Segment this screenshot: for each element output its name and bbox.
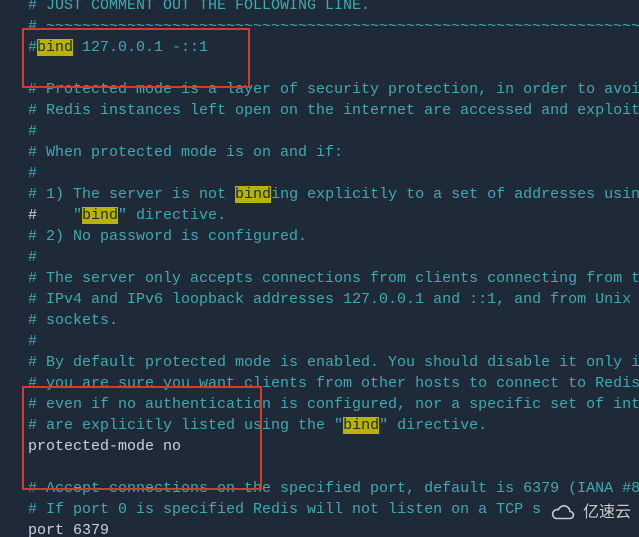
code-line: #bind 127.0.0.1 -::1 (28, 37, 639, 58)
search-match-bind: bind (37, 39, 73, 56)
code-line: # (28, 121, 639, 142)
code-line: # (28, 331, 639, 352)
code-line: # "bind" directive. (28, 205, 639, 226)
search-match-bind: bind (235, 186, 271, 203)
terminal-viewport[interactable]: # JUST COMMENT OUT THE FOLLOWING LINE.# … (0, 0, 639, 537)
watermark-text: 亿速云 (583, 502, 631, 523)
code-line: protected-mode no (28, 436, 639, 457)
code-line: # even if no authentication is configure… (28, 394, 639, 415)
code-line: # JUST COMMENT OUT THE FOLLOWING LINE. (28, 0, 639, 16)
config-file-text: # JUST COMMENT OUT THE FOLLOWING LINE.# … (28, 0, 639, 537)
code-line: # (28, 163, 639, 184)
code-line: # (28, 247, 639, 268)
watermark: 亿速云 (551, 502, 631, 523)
code-line: # 1) The server is not binding explicitl… (28, 184, 639, 205)
code-line: # By default protected mode is enabled. … (28, 352, 639, 373)
code-line: # Accept connections on the specified po… (28, 478, 639, 499)
search-match-bind: bind (82, 207, 118, 224)
code-line: # Protected mode is a layer of security … (28, 79, 639, 100)
code-line: # sockets. (28, 310, 639, 331)
code-line: # are explicitly listed using the "bind"… (28, 415, 639, 436)
code-line: # IPv4 and IPv6 loopback addresses 127.0… (28, 289, 639, 310)
code-line: # you are sure you want clients from oth… (28, 373, 639, 394)
code-line (28, 457, 639, 478)
code-line: # When protected mode is on and if: (28, 142, 639, 163)
search-match-bind: bind (343, 417, 379, 434)
code-line: port 6379 (28, 520, 639, 537)
code-line: # If port 0 is specified Redis will not … (28, 499, 639, 520)
code-line: # ~~~~~~~~~~~~~~~~~~~~~~~~~~~~~~~~~~~~~~… (28, 16, 639, 37)
code-line (28, 58, 639, 79)
code-line: # Redis instances left open on the inter… (28, 100, 639, 121)
code-line: # 2) No password is configured. (28, 226, 639, 247)
cloud-icon (551, 504, 577, 522)
code-line: # The server only accepts connections fr… (28, 268, 639, 289)
